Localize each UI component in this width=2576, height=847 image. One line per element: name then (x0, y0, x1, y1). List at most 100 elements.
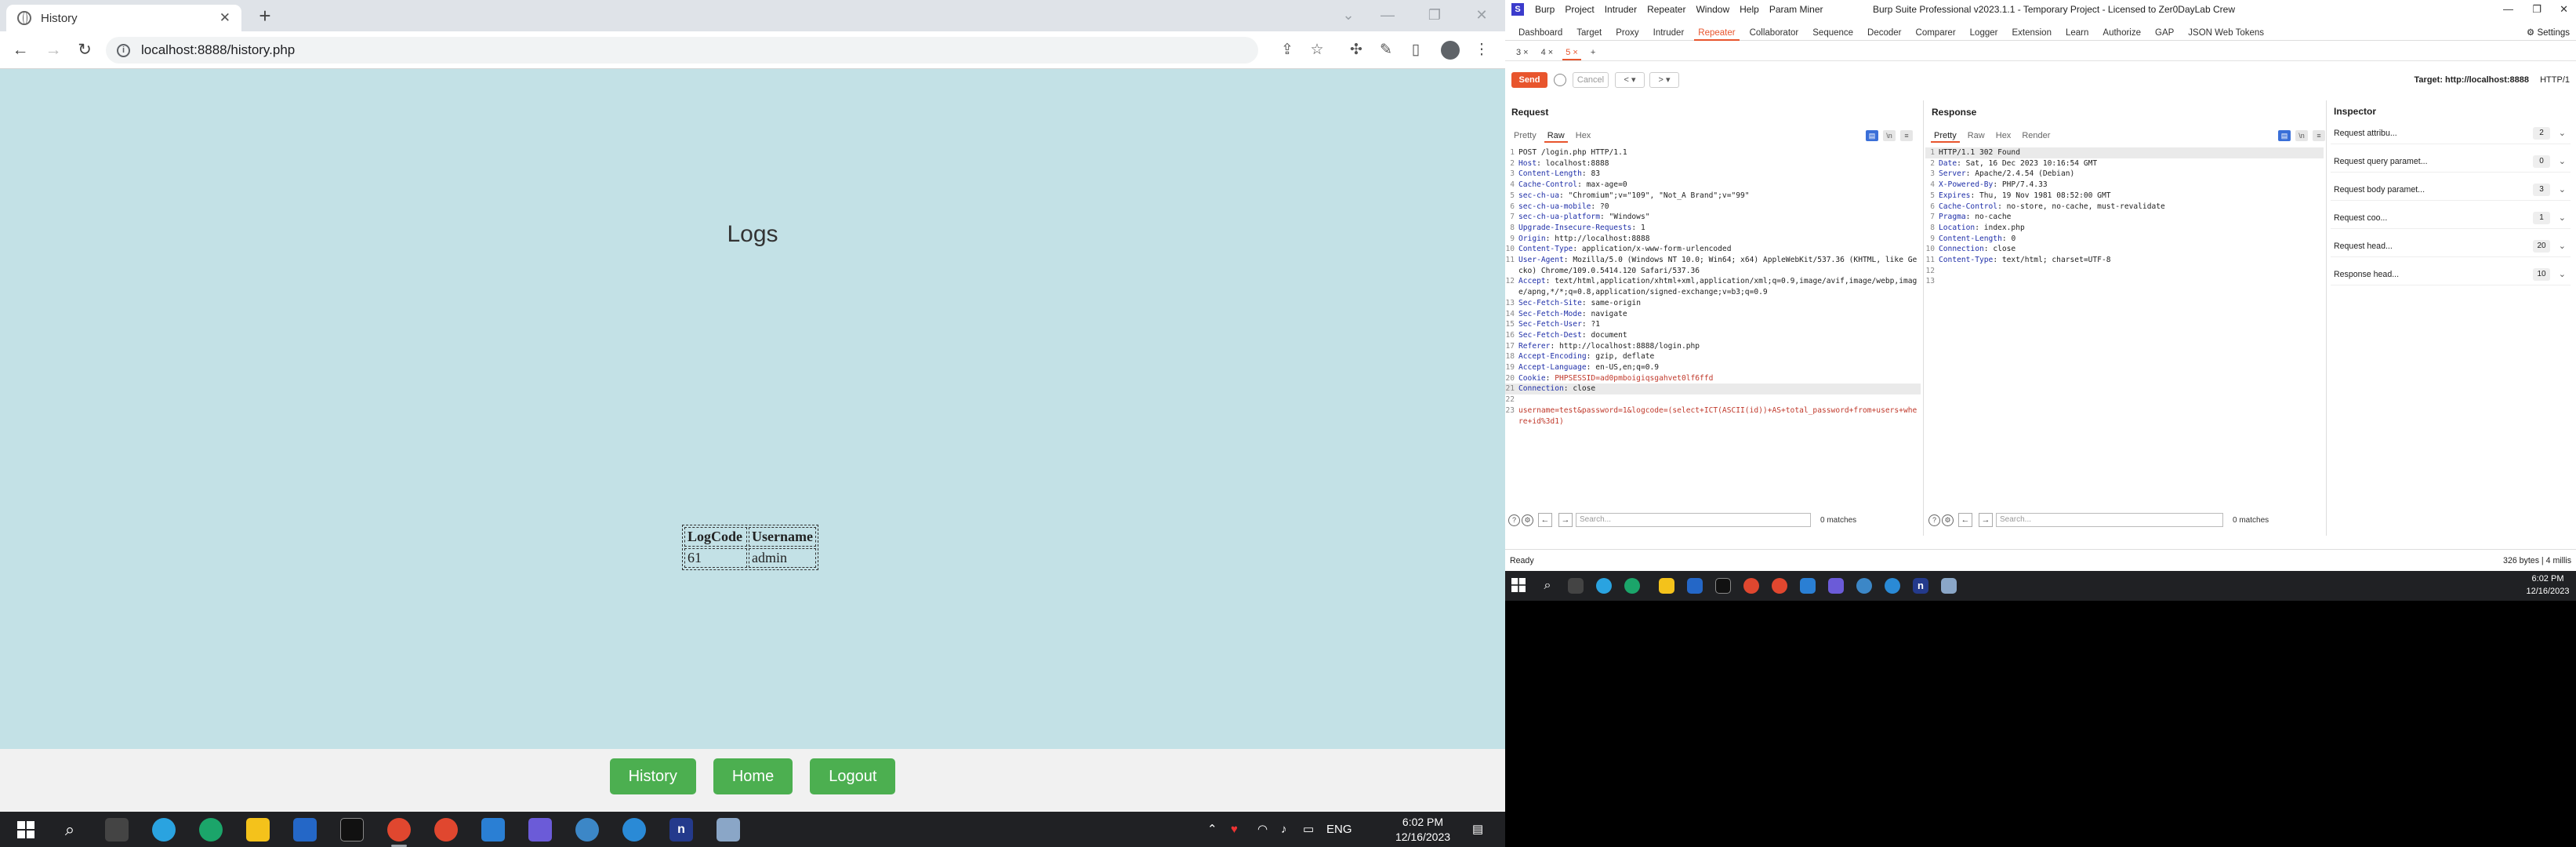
repeater-tab[interactable]: 5 × (1559, 44, 1584, 60)
menu-icon[interactable]: ≡ (2313, 130, 2325, 141)
newline-toggle-icon[interactable]: \n (1883, 130, 1896, 141)
menu-item-burp[interactable]: Burp (1535, 0, 1555, 19)
file-explorer-icon[interactable] (246, 818, 270, 842)
tab-learn[interactable]: Learn (2059, 25, 2095, 40)
menu-item-repeater[interactable]: Repeater (1647, 0, 1685, 19)
chrome-profile-icon[interactable] (1772, 578, 1787, 594)
repeater-tab[interactable]: 4 × (1535, 44, 1560, 60)
bookmark-star-icon[interactable]: ☆ (1306, 39, 1328, 61)
chevron-down-icon[interactable]: ⌄ (2559, 179, 2566, 201)
burp-taskbar-icon[interactable] (1828, 578, 1844, 594)
help-icon[interactable]: ? (1508, 514, 1520, 526)
inspector-section[interactable]: Request head... 20 ⌄ (2331, 235, 2571, 257)
share-icon[interactable]: ⇪ (1276, 39, 1298, 61)
tab-gap[interactable]: GAP (2148, 25, 2181, 40)
back-arrow-icon[interactable]: ← (8, 38, 33, 63)
extensions-puzzle-icon[interactable]: ✣ (1345, 39, 1367, 61)
docker-icon[interactable] (622, 818, 646, 842)
history-button[interactable]: History (609, 758, 696, 794)
view-tab-render[interactable]: Render (2016, 129, 2055, 143)
next-match-icon[interactable]: → (1979, 513, 1993, 527)
prev-match-icon[interactable]: ← (1538, 513, 1552, 527)
side-panel-icon[interactable]: ▯ (1405, 39, 1427, 61)
reload-icon[interactable]: ↻ (72, 38, 97, 63)
close-window-button[interactable]: ✕ (1458, 0, 1505, 31)
view-tab-hex[interactable]: Hex (1570, 129, 1597, 143)
app-circle-icon[interactable] (575, 818, 599, 842)
language-indicator[interactable]: ENG (1326, 812, 1352, 847)
logout-button[interactable]: Logout (810, 758, 896, 794)
new-tab-button[interactable]: + (252, 3, 278, 28)
chrome-icon[interactable] (387, 818, 411, 842)
home-button[interactable]: Home (713, 758, 793, 794)
chrome-profile-icon[interactable] (434, 818, 458, 842)
chevron-down-icon[interactable]: ⌄ (2559, 207, 2566, 229)
tab-repeater[interactable]: Repeater (1691, 25, 1742, 41)
app-circle-icon[interactable] (1856, 578, 1872, 594)
settings-button[interactable]: ⚙ Settings (2527, 25, 2570, 41)
close-tab-icon[interactable]: ✕ (220, 10, 230, 26)
menu-kebab-icon[interactable]: ⋮ (1471, 39, 1493, 61)
menu-item-help[interactable]: Help (1740, 0, 1759, 19)
history-back-button[interactable]: < ▾ (1615, 72, 1645, 88)
tab-target[interactable]: Target (1569, 25, 1609, 40)
search-icon[interactable]: ⌕ (58, 818, 82, 842)
tab-extension[interactable]: Extension (2005, 25, 2059, 40)
inspector-section[interactable]: Request attribu... 2 ⌄ (2331, 122, 2571, 144)
tab-json-web-tokens[interactable]: JSON Web Tokens (2181, 25, 2271, 40)
send-options-gear-icon[interactable] (1554, 74, 1566, 86)
forward-arrow-icon[interactable]: → (41, 38, 66, 63)
tab-authorize[interactable]: Authorize (2095, 25, 2148, 40)
tray-app-icon[interactable]: ♥ (1231, 812, 1238, 847)
pretty-toggle-icon[interactable]: ▤ (1866, 130, 1878, 141)
notepad-icon[interactable] (717, 818, 740, 842)
powershell-icon[interactable] (293, 818, 317, 842)
settings-icon[interactable]: ⚙ (1522, 514, 1533, 526)
task-view-icon[interactable] (1568, 578, 1584, 594)
edge-icon[interactable] (199, 818, 223, 842)
tab-decoder[interactable]: Decoder (1860, 25, 1908, 40)
search-icon[interactable]: ⌕ (1540, 578, 1555, 594)
new-repeater-tab-button[interactable]: + (1584, 44, 1602, 60)
target-label[interactable]: Target: http://localhost:8888 (2415, 75, 2529, 85)
response-search-input[interactable]: Search... (1996, 513, 2223, 527)
prev-match-icon[interactable]: ← (1958, 513, 1972, 527)
chevron-down-icon[interactable]: ⌄ (2559, 151, 2566, 173)
notifications-icon[interactable]: ▤ (1472, 812, 1483, 847)
address-bar[interactable]: i localhost:8888/history.php (106, 37, 1258, 64)
menu-item-intruder[interactable]: Intruder (1605, 0, 1637, 19)
taskbar-clock[interactable]: 6:02 PM 12/16/2023 (1388, 815, 1458, 845)
terminal-icon[interactable] (340, 818, 364, 842)
terminal-icon[interactable] (1715, 578, 1731, 594)
profile-avatar[interactable] (1441, 41, 1460, 60)
volume-icon[interactable]: ♪ (1281, 812, 1287, 847)
minimize-button[interactable]: — (2503, 0, 2513, 19)
tab-intruder[interactable]: Intruder (1646, 25, 1692, 40)
tab-collaborator[interactable]: Collaborator (1743, 25, 1806, 40)
docker-icon[interactable] (1885, 578, 1900, 594)
edge-icon[interactable] (1624, 578, 1640, 594)
tab-comparer[interactable]: Comparer (1909, 25, 1963, 40)
send-button[interactable]: Send (1511, 72, 1547, 88)
tab-proxy[interactable]: Proxy (1609, 25, 1645, 40)
burp-taskbar-icon[interactable] (528, 818, 552, 842)
inspector-section[interactable]: Response head... 10 ⌄ (2331, 264, 2571, 285)
vscode-icon[interactable] (1800, 578, 1816, 594)
cancel-button[interactable]: Cancel (1573, 72, 1609, 88)
inspector-section[interactable]: Request query paramet... 0 ⌄ (2331, 151, 2571, 173)
menu-item-window[interactable]: Window (1696, 0, 1729, 19)
extension-icon[interactable]: ✎ (1375, 39, 1397, 61)
browser-tab[interactable]: History ✕ (6, 5, 241, 31)
view-tab-raw[interactable]: Raw (1962, 129, 1990, 143)
tray-chevron-icon[interactable]: ⌃ (1207, 812, 1217, 847)
request-editor[interactable]: 1 POST /login.php HTTP/1.1 2 Host: localhos… (1505, 147, 1921, 427)
file-explorer-icon[interactable] (1659, 578, 1674, 594)
restore-button[interactable]: ❐ (2532, 0, 2542, 19)
vscode-icon[interactable] (481, 818, 505, 842)
task-view-icon[interactable] (105, 818, 129, 842)
request-search-input[interactable]: Search... (1576, 513, 1811, 527)
battery-icon[interactable]: ▭ (1303, 812, 1314, 847)
notion-n-icon[interactable]: n (669, 818, 693, 842)
chevron-down-icon[interactable]: ⌄ (2559, 235, 2566, 257)
menu-item-project[interactable]: Project (1565, 0, 1594, 19)
